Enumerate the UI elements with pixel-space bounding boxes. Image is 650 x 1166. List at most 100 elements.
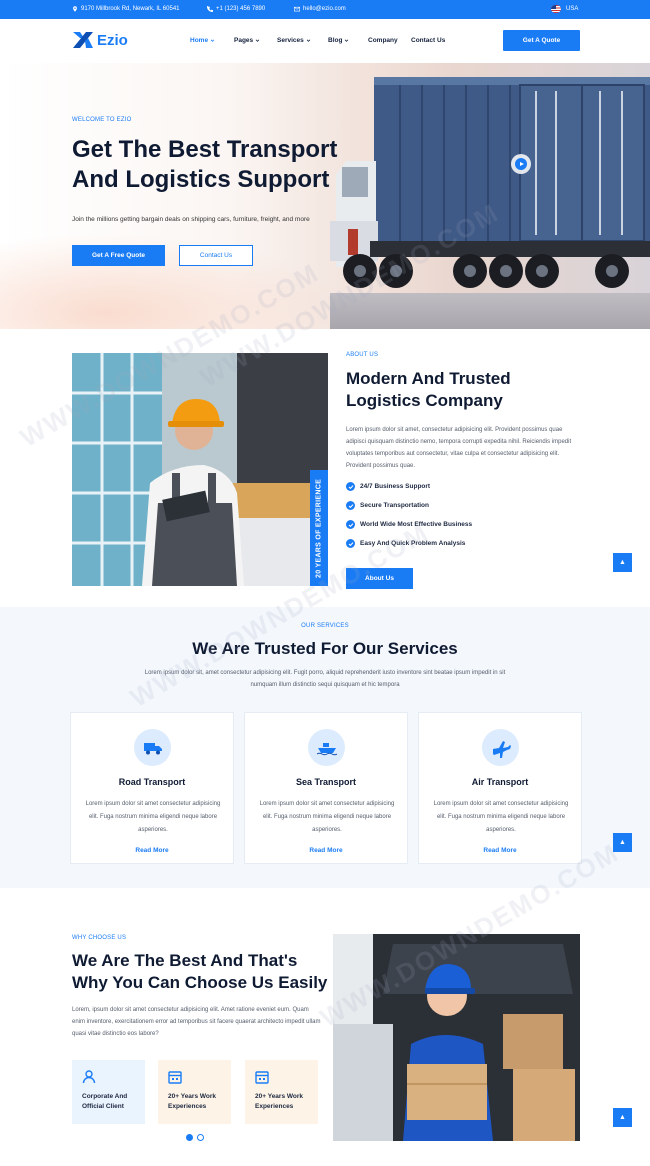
nav-pages-label[interactable]: Pages xyxy=(234,37,253,44)
service-title: Road Transport xyxy=(118,777,186,787)
service-title: Sea Transport xyxy=(295,777,357,787)
nav-blog[interactable]: Blog xyxy=(328,37,349,44)
scroll-to-top-button[interactable]: ▲ xyxy=(613,553,632,572)
nav-home[interactable]: Home xyxy=(190,37,215,44)
chevron-down-icon xyxy=(210,39,215,42)
user-icon xyxy=(82,1070,96,1084)
about-us-button[interactable]: About Us xyxy=(346,568,413,589)
calendar-icon xyxy=(168,1071,182,1084)
about-title: Modern And Trusted Logistics Company xyxy=(346,368,511,412)
arrow-up-icon: ▲ xyxy=(619,839,626,846)
about-title-line1: Modern And Trusted xyxy=(346,369,511,388)
service-desc: Lorem ipsum dolor sit amet consectetur a… xyxy=(85,801,221,833)
delivery-van-image xyxy=(333,934,580,1141)
email-text[interactable]: hello@ezio.com xyxy=(303,6,346,12)
service-card-road[interactable]: Road Transport Lorem ipsum dolor sit ame… xyxy=(70,712,234,864)
service-title: Air Transport xyxy=(471,777,529,787)
feature-label: Corporate And Official Client xyxy=(82,1093,128,1110)
hero-section: WELCOME TO EZIO Get The Best Transport A… xyxy=(0,63,650,329)
delivery-person-photo xyxy=(333,934,580,1141)
ship-icon xyxy=(308,729,345,766)
hero-title-line1: Get The Best Transport xyxy=(72,136,338,163)
nav-home-label[interactable]: Home xyxy=(190,37,208,44)
phone-icon xyxy=(207,6,213,12)
phone-text[interactable]: +1 (123) 456 7890 xyxy=(216,6,265,12)
why-title-line2: Why You Can Choose Us Easily xyxy=(72,973,328,992)
nav-services[interactable]: Services xyxy=(277,37,311,44)
checklist-label: World Wide Most Effective Business xyxy=(360,521,473,528)
phone-info[interactable]: +1 (123) 456 7890 xyxy=(207,6,265,12)
hero-eyebrow: WELCOME TO EZIO xyxy=(72,117,132,123)
nav-services-label[interactable]: Services xyxy=(277,37,304,44)
play-video-button[interactable] xyxy=(511,154,531,174)
check-circle-icon xyxy=(346,482,355,491)
scroll-to-top-button[interactable]: ▲ xyxy=(613,833,632,852)
container-truck-image xyxy=(330,77,650,288)
carousel-dot-active[interactable] xyxy=(186,1134,193,1141)
arrow-up-icon: ▲ xyxy=(619,1114,626,1121)
services-title: We Are Trusted For Our Services xyxy=(192,639,458,658)
experience-badge: 20 YEARS OF EXPERIENCE xyxy=(310,470,328,586)
contact-us-button[interactable]: Contact Us xyxy=(179,245,253,266)
checklist-label: 24/7 Business Support xyxy=(360,483,431,490)
feature-card: Corporate And Official Client xyxy=(72,1060,145,1124)
checklist-item: 24/7 Business Support xyxy=(346,482,430,491)
nav-company[interactable]: Company xyxy=(368,37,398,44)
get-a-quote-button[interactable]: Get A Quote xyxy=(503,30,580,51)
services-eyebrow: OUR SERVICES xyxy=(301,623,349,629)
nav-company-label[interactable]: Company xyxy=(368,37,398,44)
service-card-sea[interactable]: Sea Transport Lorem ipsum dolor sit amet… xyxy=(244,712,408,864)
why-title-line1: We Are The Best And That's xyxy=(72,951,298,970)
mail-icon xyxy=(294,6,300,12)
warehouse-worker-image xyxy=(72,353,328,586)
about-eyebrow: ABOUT US xyxy=(346,352,379,358)
read-more-link[interactable]: Read More xyxy=(71,847,233,854)
site-logo[interactable]: Ezio xyxy=(72,29,128,51)
checklist-label: Secure Transportation xyxy=(360,502,429,509)
nav-pages[interactable]: Pages xyxy=(234,37,260,44)
checklist-item: World Wide Most Effective Business xyxy=(346,520,472,529)
address-text: 9170 Millbrook Rd, Newark, IL 60541 xyxy=(81,6,180,12)
arrow-up-icon: ▲ xyxy=(619,559,626,566)
chevron-down-icon xyxy=(255,39,260,42)
nav-blog-label[interactable]: Blog xyxy=(328,37,342,44)
worker-photo xyxy=(72,353,328,586)
truck-icon xyxy=(134,729,171,766)
feature-card: 20+ Years Work Experiences xyxy=(245,1060,318,1124)
chevron-down-icon xyxy=(345,39,349,42)
service-card-air[interactable]: Air Transport Lorem ipsum dolor sit amet… xyxy=(418,712,582,864)
service-desc: Lorem ipsum dolor sit amet consectetur a… xyxy=(259,801,395,833)
chevron-down-icon xyxy=(306,39,311,42)
check-circle-icon xyxy=(346,520,355,529)
hero-lead: Join the millions getting bargain deals … xyxy=(72,216,310,223)
play-icon xyxy=(515,158,527,170)
why-paragraph: Lorem, ipsum dolor sit amet consectetur … xyxy=(72,1007,321,1037)
us-flag-icon[interactable] xyxy=(551,5,561,13)
check-circle-icon xyxy=(346,539,355,548)
language-label[interactable]: USA xyxy=(566,6,578,12)
email-info[interactable]: hello@ezio.com xyxy=(294,6,346,12)
get-free-quote-button[interactable]: Get A Free Quote xyxy=(72,245,165,266)
read-more-link[interactable]: Read More xyxy=(245,847,407,854)
why-eyebrow: WHY CHOOSE US xyxy=(72,935,127,941)
read-more-link[interactable]: Read More xyxy=(419,847,581,854)
feature-label: 20+ Years Work Experiences xyxy=(255,1093,304,1110)
language-selector[interactable]: USA xyxy=(566,6,578,12)
airplane-icon xyxy=(482,729,519,766)
service-desc: Lorem ipsum dolor sit amet consectetur a… xyxy=(433,801,569,833)
about-paragraph: Lorem ipsum dolor sit amet, consectetur … xyxy=(346,427,572,469)
nav-contact[interactable]: Contact Us xyxy=(411,37,445,44)
why-title: We Are The Best And That's Why You Can C… xyxy=(72,950,327,994)
checklist-item: Secure Transportation xyxy=(346,501,429,510)
logo-text: Ezio xyxy=(97,31,128,49)
main-navbar: Ezio Home Pages Services Blog Company Co… xyxy=(0,19,650,63)
carousel-dot[interactable] xyxy=(197,1134,204,1141)
scroll-to-top-button[interactable]: ▲ xyxy=(613,1108,632,1127)
services-section: OUR SERVICES We Are Trusted For Our Serv… xyxy=(0,607,650,888)
top-info-bar: 9170 Millbrook Rd, Newark, IL 60541 +1 (… xyxy=(0,0,650,19)
nav-contact-label[interactable]: Contact Us xyxy=(411,37,445,44)
hero-title-line2: And Logistics Support xyxy=(72,166,330,193)
map-pin-icon xyxy=(73,6,77,12)
check-circle-icon xyxy=(346,501,355,510)
feature-card: 20+ Years Work Experiences xyxy=(158,1060,231,1124)
